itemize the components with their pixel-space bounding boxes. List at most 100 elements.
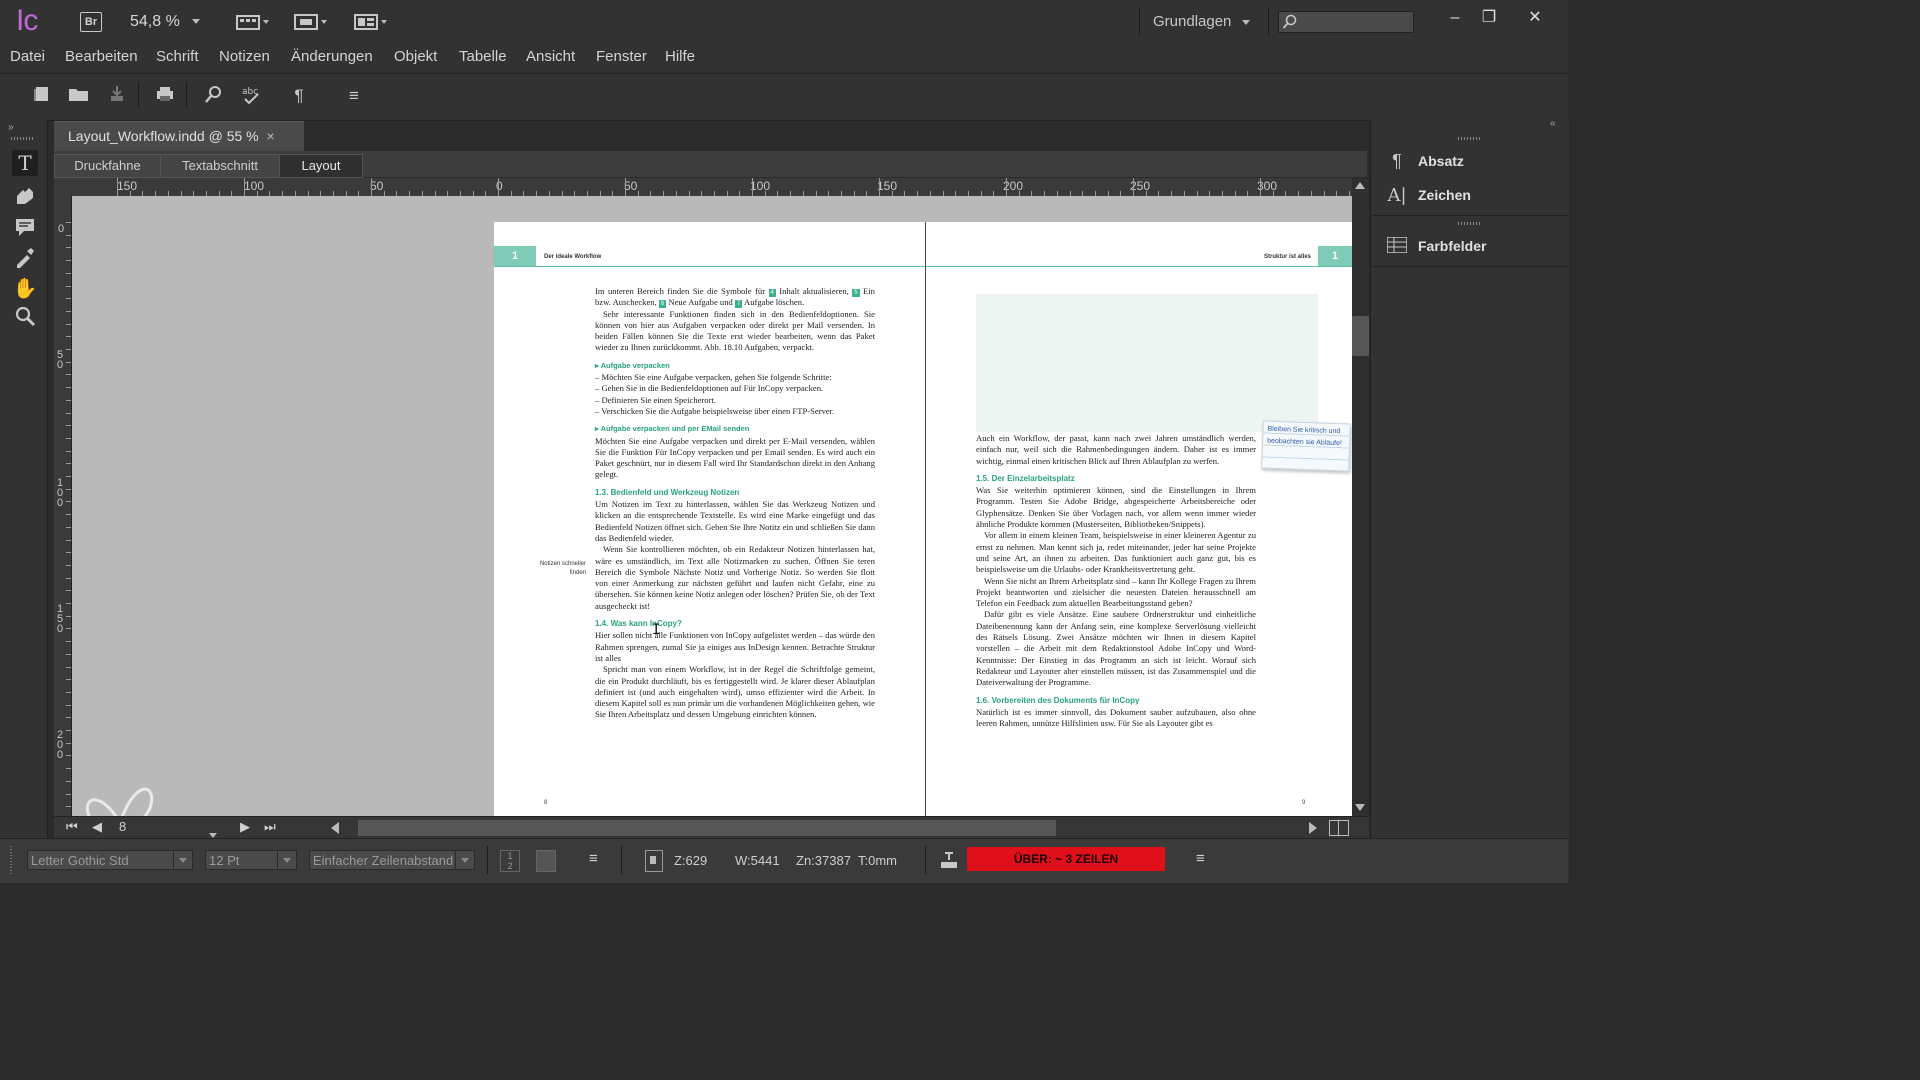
menu-objekt[interactable]: Objekt [394, 48, 437, 65]
menu-tabelle[interactable]: Tabelle [459, 48, 507, 65]
symbol-badge: 6 [658, 300, 667, 309]
first-page-icon[interactable]: ⏮ [66, 819, 78, 835]
ruler-tick [66, 806, 71, 808]
bullet-list: – Möchten Sie eine Aufgabe verpacken, ge… [595, 372, 875, 417]
paragraph: Möchten Sie eine Aufgabe verpacken und d… [595, 435, 875, 480]
chapter-number: 1 [494, 246, 536, 266]
tab-textabschnitt[interactable]: Textabschnitt [160, 154, 280, 178]
depth-value: T:0mm [858, 853, 897, 868]
paragraph-panel-icon[interactable]: ¶ [1386, 151, 1408, 171]
text-frame-left[interactable]: Im unteren Bereich finden Sie die Symbol… [595, 286, 875, 721]
restore-button[interactable]: ❐ [1474, 6, 1504, 30]
view-options-button[interactable] [236, 13, 272, 34]
scroll-right-icon[interactable] [1309, 822, 1317, 834]
panel-zeichen[interactable]: Zeichen [1418, 187, 1471, 203]
status-menu-icon[interactable]: ≡ [589, 850, 598, 867]
ruler-label: 100 [56, 477, 64, 509]
ruler-tick [66, 717, 71, 719]
leading-select[interactable]: Einfacher Zeilenabstand [309, 850, 475, 870]
scroll-down-icon[interactable] [1355, 804, 1365, 811]
screen-mode-button[interactable] [294, 13, 330, 34]
running-head: Struktur ist alles [1264, 254, 1312, 260]
eyedropper-tool-icon[interactable] [12, 246, 38, 272]
text-frame-right[interactable]: Auch ein Workflow, der passt, kann nach … [976, 433, 1256, 729]
story-view-icon[interactable] [536, 850, 556, 872]
status-options-icon[interactable]: ≡ [1196, 850, 1205, 867]
grip-icon[interactable] [1458, 137, 1482, 140]
tab-druckfahne[interactable]: Druckfahne [54, 154, 161, 178]
menu-ansicht[interactable]: Ansicht [526, 48, 575, 65]
bridge-button[interactable]: Br [80, 12, 102, 32]
copyfit-icon[interactable] [939, 850, 959, 870]
hand-tool-icon[interactable]: ✋ [12, 276, 38, 302]
vertical-scroll-thumb[interactable] [1352, 316, 1369, 356]
horizontal-ruler[interactable]: 150 100 50 0 50 100 150 200 250 300 [72, 178, 1352, 197]
character-panel-icon[interactable]: A| [1386, 185, 1408, 206]
menu-datei[interactable]: Datei [10, 48, 45, 65]
position-tool-icon[interactable] [12, 182, 38, 208]
note-tool-icon[interactable] [12, 216, 38, 242]
last-page-icon[interactable]: ⏭ [264, 819, 276, 835]
scroll-up-icon[interactable] [1355, 182, 1365, 189]
open-folder-icon[interactable] [68, 85, 90, 107]
ruler-label: 150 [56, 603, 64, 635]
font-select[interactable]: Letter Gothic Std [27, 850, 193, 870]
paragraph: Was Sie weiterhin optimieren können, sin… [976, 485, 1256, 530]
panel-menu-icon[interactable]: ≡ [343, 85, 365, 107]
new-document-icon[interactable] [30, 85, 52, 107]
spellcheck-icon[interactable]: abc [240, 85, 262, 107]
ruler-tick [66, 704, 71, 706]
menu-notizen[interactable]: Notizen [219, 48, 270, 65]
menu-schrift[interactable]: Schrift [156, 48, 199, 65]
ruler-origin[interactable] [54, 178, 73, 197]
search-input[interactable] [1278, 11, 1414, 33]
menu-hilfe[interactable]: Hilfe [665, 48, 695, 65]
pasteboard[interactable]: 1 Der ideale Workflow Notizen schneller … [72, 196, 1352, 816]
ruler-tick [66, 222, 71, 223]
close-tab-icon[interactable]: × [267, 128, 275, 144]
swatches-panel-icon[interactable] [1386, 236, 1408, 257]
tab-layout[interactable]: Layout [279, 154, 363, 178]
expand-panel-icon[interactable]: » [8, 122, 14, 133]
menu-bearbeiten[interactable]: Bearbeiten [65, 48, 138, 65]
arrange-documents-button[interactable] [354, 13, 390, 34]
menu-aenderungen[interactable]: Änderungen [291, 48, 373, 65]
grip-icon[interactable] [1458, 222, 1482, 225]
panel-absatz[interactable]: Absatz [1418, 153, 1464, 169]
character-count: Zn:37387 [796, 853, 851, 868]
type-tool-icon[interactable]: T [12, 150, 38, 176]
zoom-tool-icon[interactable] [12, 305, 38, 331]
ruler-tick [66, 539, 71, 541]
pilcrow-icon[interactable]: ¶ [288, 85, 310, 107]
image-frame[interactable] [976, 294, 1318, 432]
find-icon[interactable] [202, 85, 224, 107]
page-number-field[interactable]: 8 [119, 819, 126, 834]
ruler-tick [66, 780, 71, 782]
vertical-ruler[interactable]: 0 50 100 150 200 [54, 196, 72, 816]
document-title: Layout_Workflow.indd @ 55 % [68, 128, 259, 144]
previous-page-icon[interactable]: ◀ [92, 819, 102, 835]
print-icon[interactable] [154, 85, 176, 107]
workspace-dropdown[interactable]: Grundlagen [1153, 13, 1250, 30]
collapse-panel-icon[interactable]: « [1550, 118, 1556, 129]
next-page-icon[interactable]: ▶ [240, 819, 250, 835]
grip-icon[interactable] [11, 137, 35, 140]
right-page[interactable]: 1 Struktur ist alles Bleiben Sie kritisc… [926, 222, 1352, 816]
horizontal-scroll-thumb[interactable] [358, 820, 1056, 836]
sticky-note[interactable]: Bleiben Sie kritisch und beobachten sie … [1261, 420, 1351, 472]
scroll-left-icon[interactable] [331, 822, 339, 834]
panel-farbfelder[interactable]: Farbfelder [1418, 238, 1486, 254]
ruler-tick [66, 552, 71, 554]
ruler-tick [66, 755, 71, 757]
left-page[interactable]: 1 Der ideale Workflow Notizen schneller … [494, 222, 925, 816]
close-button[interactable]: ✕ [1520, 6, 1550, 30]
zoom-dropdown[interactable]: 54,8 % [130, 13, 201, 31]
overset-warning[interactable]: ÜBER: ~ 3 ZEILEN [967, 847, 1165, 871]
minimize-button[interactable]: – [1440, 6, 1470, 30]
split-window-icon[interactable] [1329, 820, 1349, 836]
vertical-scrollbar[interactable] [1352, 178, 1369, 816]
menu-fenster[interactable]: Fenster [596, 48, 647, 65]
font-size-select[interactable]: 12 Pt [205, 850, 297, 870]
save-icon[interactable] [106, 85, 128, 107]
line-numbers-icon[interactable]: 12 [500, 850, 520, 872]
